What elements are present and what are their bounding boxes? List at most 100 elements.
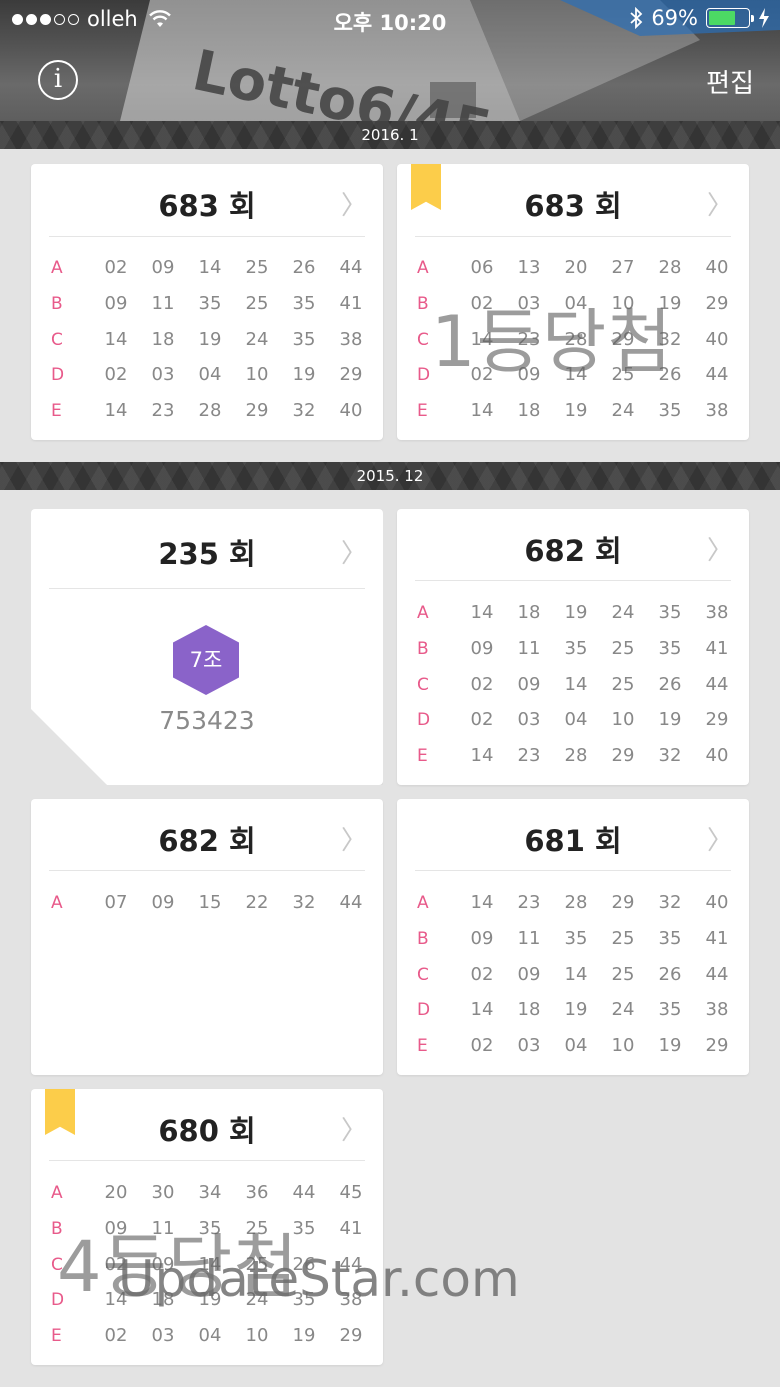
- lotto-number: 23: [151, 400, 175, 422]
- number-row: B 09 11 35 25 35 41: [397, 921, 749, 957]
- number-row: C 02 09 14 25 26 44: [397, 667, 749, 703]
- draw-number-title: 680 회: [158, 1114, 256, 1148]
- lotto-number: 35: [292, 292, 316, 314]
- lotto-number: 41: [339, 292, 363, 314]
- lotto-number: 03: [151, 1325, 175, 1347]
- lotto-number: 44: [339, 257, 363, 278]
- lotto-number: 10: [611, 1035, 635, 1057]
- lotto-ticket-card[interactable]: 683 회 〉 A 02 09 14 25 26 44 B 09 11 35 25 35 41 C 14 18 19 2…: [31, 164, 383, 440]
- row-label: E: [51, 401, 62, 422]
- row-label: E: [51, 1326, 62, 1347]
- chevron-right-icon[interactable]: 〉: [341, 1110, 367, 1147]
- lotto-number: 10: [245, 1325, 269, 1347]
- lotto-number: 35: [564, 637, 588, 659]
- lotto-number: 14: [470, 892, 494, 913]
- draw-number-title: 683 회: [158, 189, 256, 223]
- pension-ticket-card[interactable]: 235 회 〉 7조 753423: [31, 509, 383, 785]
- header: Lotto6/45 olleh 오후 10:20 69% i 편집: [0, 0, 780, 121]
- info-icon[interactable]: i: [38, 60, 78, 100]
- bluetooth-icon: [630, 7, 643, 29]
- lotto-number: 44: [705, 364, 729, 386]
- lotto-number: 04: [198, 1325, 222, 1347]
- number-row: D 02 03 04 10 19 29: [31, 357, 383, 393]
- row-label: D: [51, 365, 65, 386]
- lotto-number: 18: [517, 999, 541, 1021]
- lotto-number: 14: [470, 745, 494, 767]
- lotto-ticket-card[interactable]: 680 회 〉 A 20 30 34 36 44 45 B 09 11 35 25 35 41 C 02 09 14 2…: [31, 1089, 383, 1365]
- row-label: A: [51, 258, 63, 278]
- lotto-number: 38: [705, 602, 729, 623]
- watermark: UpdateStar.com: [118, 1250, 520, 1308]
- number-row: C 14 18 19 24 35 38: [31, 322, 383, 358]
- lotto-number: 40: [705, 328, 729, 350]
- lotto-number: 09: [470, 927, 494, 949]
- lotto-number: 25: [611, 673, 635, 695]
- lotto-number: 28: [198, 400, 222, 422]
- chevron-right-icon[interactable]: 〉: [707, 820, 733, 857]
- row-label: C: [417, 329, 429, 350]
- edit-button[interactable]: 편집: [706, 63, 754, 100]
- lotto-number: 04: [564, 709, 588, 731]
- lotto-number: 29: [705, 709, 729, 731]
- lotto-number: 14: [198, 257, 222, 278]
- lotto-number: 40: [705, 892, 729, 913]
- lotto-number: 35: [658, 927, 682, 949]
- lotto-number: 41: [339, 1217, 363, 1239]
- lotto-number: 38: [705, 999, 729, 1021]
- lotto-number: 28: [564, 745, 588, 767]
- lotto-number: 02: [104, 257, 128, 278]
- lotto-number: 14: [104, 400, 128, 422]
- lotto-number: 24: [245, 328, 269, 350]
- row-label: B: [417, 928, 429, 949]
- lotto-number: 09: [517, 673, 541, 695]
- lotto-number: 19: [292, 364, 316, 386]
- lotto-number: 35: [198, 292, 222, 314]
- lotto-number: 19: [198, 328, 222, 350]
- lotto-number: 38: [705, 400, 729, 422]
- lotto-number: 09: [470, 637, 494, 659]
- month-header: 2015. 12: [0, 462, 780, 490]
- lotto-number: 19: [292, 1325, 316, 1347]
- charging-bolt-icon: [759, 8, 769, 28]
- chevron-right-icon[interactable]: 〉: [341, 185, 367, 222]
- lotto-number: 38: [339, 328, 363, 350]
- lotto-ticket-card[interactable]: 682 회 〉 A 07 09 15 22 32 44: [31, 799, 383, 1075]
- lotto-ticket-card[interactable]: 682 회 〉 A 14 18 19 24 35 38 B 09 11 35 25 35 41 C 02 09 14 2…: [397, 509, 749, 785]
- row-label: E: [417, 401, 428, 422]
- row-label: A: [51, 1183, 63, 1203]
- lotto-number: 28: [564, 892, 588, 913]
- row-label: D: [417, 1000, 431, 1021]
- row-label: C: [51, 329, 63, 350]
- number-row: C 02 09 14 25 26 44: [397, 957, 749, 993]
- lotto-number: 03: [517, 709, 541, 731]
- lotto-ticket-card[interactable]: 683 회 〉 A 06 13 20 27 28 40 B 02 03 04 10 19 29 C 14 23 28 2…: [397, 164, 749, 440]
- lotto-number: 26: [658, 673, 682, 695]
- chevron-right-icon[interactable]: 〉: [707, 185, 733, 222]
- lotto-number: 14: [564, 963, 588, 985]
- lotto-number: 18: [517, 400, 541, 422]
- lotto-number: 25: [611, 637, 635, 659]
- number-row: E 14 23 28 29 32 40: [397, 738, 749, 774]
- lotto-number: 25: [245, 257, 269, 278]
- lotto-app: Lotto6/45 olleh 오후 10:20 69% i 편집 2016. …: [0, 0, 780, 1387]
- lotto-number: 19: [658, 709, 682, 731]
- lotto-number: 10: [611, 709, 635, 731]
- lotto-ticket-card[interactable]: 681 회 〉 A 14 23 28 29 32 40 B 09 11 35 25 35 41 C 02 09 14 2…: [397, 799, 749, 1075]
- chevron-right-icon[interactable]: 〉: [707, 530, 733, 567]
- lotto-number: 09: [517, 963, 541, 985]
- row-label: C: [417, 964, 429, 985]
- draw-number-title: 683 회: [524, 189, 622, 223]
- number-row: E 02 03 04 10 19 29: [397, 1028, 749, 1064]
- chevron-right-icon[interactable]: 〉: [341, 820, 367, 857]
- row-label: D: [417, 710, 431, 731]
- lotto-number: 35: [658, 602, 682, 623]
- lotto-number: 25: [611, 963, 635, 985]
- lotto-number: 34: [198, 1182, 222, 1203]
- battery-percent: 69%: [651, 6, 698, 30]
- lotto-number: 29: [611, 892, 635, 913]
- lotto-number: 35: [658, 637, 682, 659]
- row-label: A: [417, 893, 429, 913]
- chevron-right-icon[interactable]: 〉: [341, 533, 367, 570]
- number-row: A 07 09 15 22 32 44: [31, 885, 383, 921]
- lotto-number: 44: [339, 892, 363, 913]
